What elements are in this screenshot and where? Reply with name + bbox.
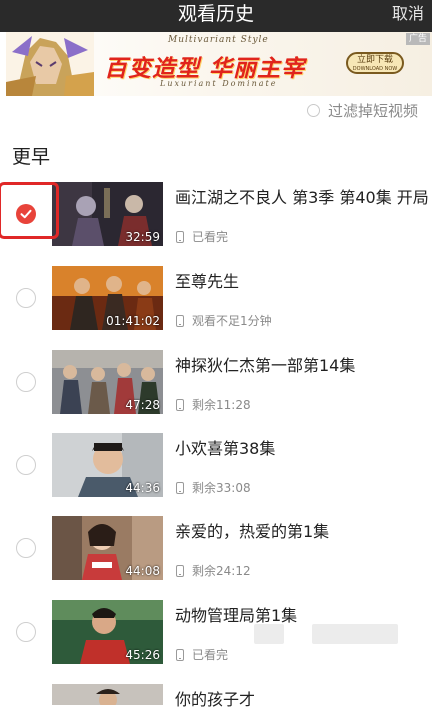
video-title: 至尊先生 [175, 272, 240, 291]
video-title: 神探狄仁杰第一部第14集 [175, 356, 356, 375]
filter-checkbox-icon[interactable] [306, 103, 320, 117]
watch-status-text: 剩余24:12 [192, 564, 251, 578]
history-item[interactable]: 32:59 画江湖之不良人 第3季 第40集 开局 已看完 [0, 182, 432, 262]
video-title: 小欢喜第38集 [175, 439, 276, 458]
watch-status-text: 剩余33:08 [192, 481, 251, 495]
ad-tag: 广告 [405, 33, 430, 45]
banner-subline: Luxuriant Dominate [160, 79, 278, 88]
watch-status: 观看不足1分钟 [176, 312, 272, 329]
filter-short-videos-toggle[interactable]: 过滤掉短视频 [306, 100, 418, 120]
video-thumbnail[interactable]: 44:36 [52, 433, 163, 497]
thumbnail-image [52, 684, 163, 705]
video-thumbnail[interactable]: 32:59 [52, 182, 163, 246]
history-item[interactable]: 你的孩子才 [0, 684, 432, 709]
history-item[interactable]: 47:28 神探狄仁杰第一部第14集 剩余11:28 [0, 350, 432, 430]
phone-icon [176, 398, 184, 411]
video-duration: 44:36 [125, 481, 160, 495]
select-radio[interactable] [16, 455, 36, 475]
watch-status-text: 剩余11:28 [192, 398, 251, 412]
video-duration: 47:28 [125, 398, 160, 412]
select-radio[interactable] [16, 538, 36, 558]
blurred-region [312, 624, 398, 644]
banner-headline: 百变造型 华丽主宰 [104, 56, 306, 82]
selection-highlight-box [0, 182, 59, 239]
watch-status: 已看完 [176, 646, 228, 663]
page-title: 观看历史 [177, 3, 254, 25]
phone-icon [176, 481, 184, 494]
blurred-region [254, 624, 284, 644]
watch-status: 已看完 [176, 228, 228, 245]
phone-icon [176, 648, 184, 661]
select-radio[interactable] [16, 372, 36, 392]
select-radio[interactable] [16, 288, 36, 308]
video-thumbnail[interactable]: 44:08 [52, 516, 163, 580]
video-thumbnail[interactable]: 01:41:02 [52, 266, 163, 330]
phone-icon [176, 230, 184, 243]
watch-status-text: 已看完 [192, 230, 229, 244]
download-en-label: DOWNLOAD NOW [352, 66, 398, 72]
cancel-button[interactable]: 取消 [392, 0, 424, 32]
watch-status-text: 已看完 [192, 648, 229, 662]
filter-label: 过滤掉短视频 [327, 101, 418, 120]
watch-status: 剩余11:28 [176, 396, 251, 413]
select-radio[interactable] [16, 622, 36, 642]
video-duration: 01:41:02 [106, 314, 160, 328]
history-item[interactable]: 44:36 小欢喜第38集 剩余33:08 [0, 433, 432, 513]
history-item[interactable]: 44:08 亲爱的，热爱的第1集 剩余24:12 [0, 516, 432, 596]
watch-status-text: 观看不足1分钟 [192, 314, 272, 328]
banner-tagline: Multivariant Style [168, 35, 269, 45]
video-thumbnail[interactable]: 45:26 [52, 600, 163, 664]
video-thumbnail[interactable]: 47:28 [52, 350, 163, 414]
top-bar: 观看历史 取消 [0, 0, 432, 32]
game-character-art [6, 32, 94, 96]
watch-status: 剩余24:12 [176, 562, 251, 579]
video-duration: 32:59 [125, 230, 160, 244]
video-title: 动物管理局第1集 [175, 606, 298, 625]
watch-status: 剩余33:08 [176, 479, 251, 496]
video-duration: 44:08 [125, 564, 160, 578]
video-title: 亲爱的，热爱的第1集 [175, 522, 330, 541]
video-title: 你的孩子才 [175, 690, 256, 709]
download-label: 立即下载 [356, 55, 393, 65]
section-title: 更早 [12, 146, 51, 168]
phone-icon [176, 564, 184, 577]
video-duration: 45:26 [125, 648, 160, 662]
phone-icon [176, 314, 184, 327]
download-button[interactable]: 立即下载 DOWNLOAD NOW [346, 52, 404, 74]
history-item[interactable]: 01:41:02 至尊先生 观看不足1分钟 [0, 266, 432, 346]
video-title: 画江湖之不良人 第3季 第40集 开局 [175, 188, 429, 207]
ad-banner[interactable]: Multivariant Style 百变造型 华丽主宰 Luxuriant D… [0, 32, 432, 96]
video-thumbnail[interactable] [52, 684, 163, 705]
